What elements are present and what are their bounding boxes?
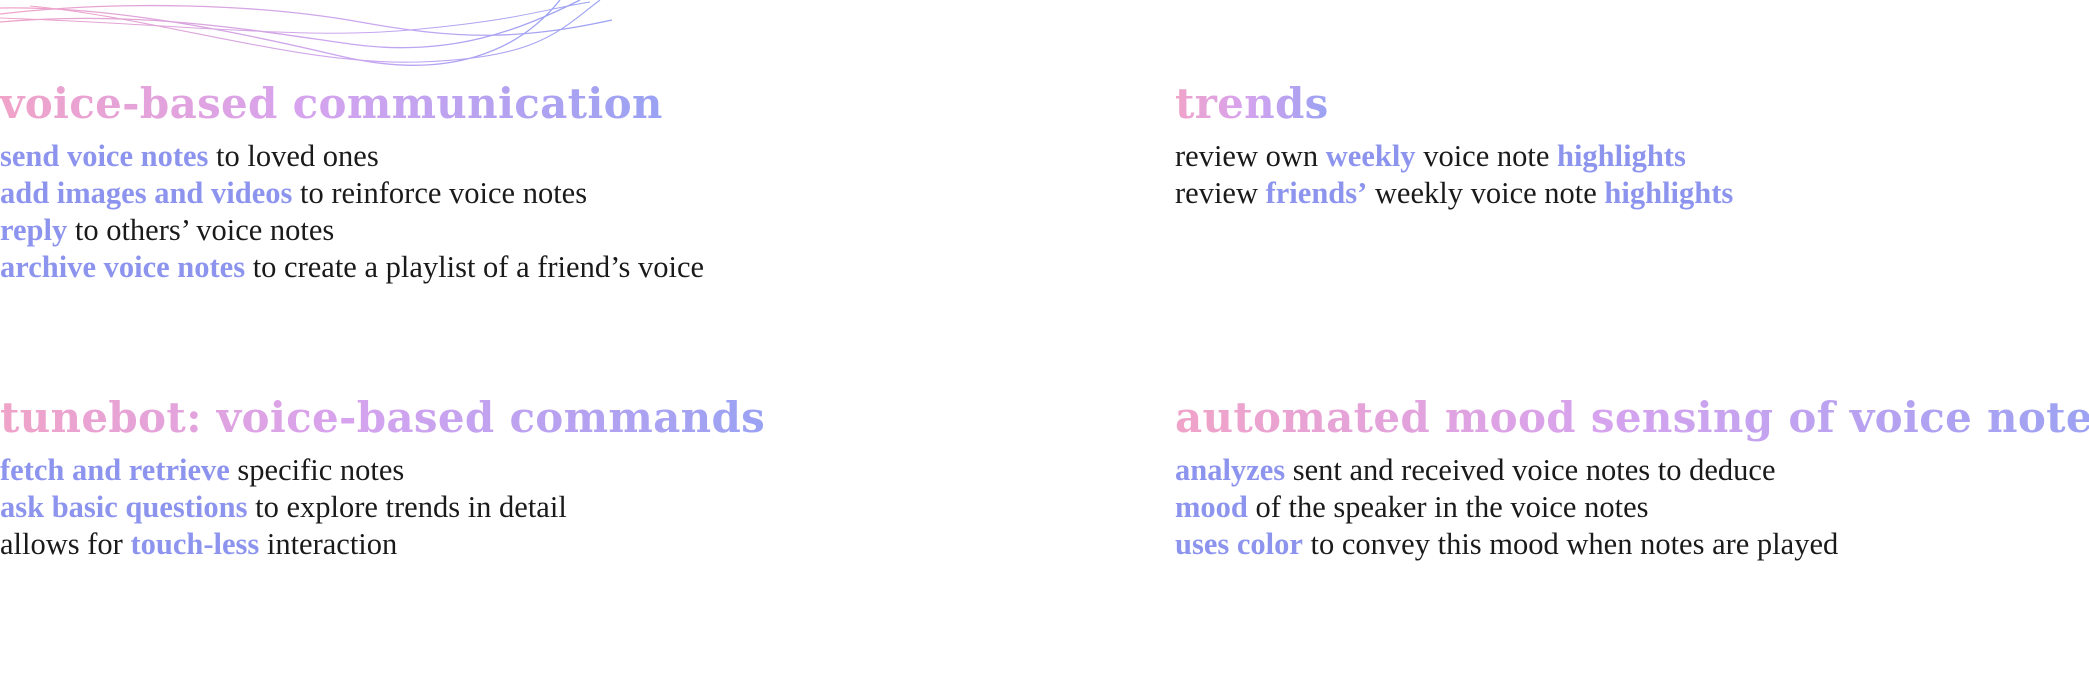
- plain-text: to others’ voice notes: [67, 213, 335, 247]
- plain-text: voice note: [1415, 139, 1557, 173]
- highlight-text: send voice notes: [0, 139, 209, 173]
- section-trends: trends review own weekly voice note high…: [1175, 72, 1733, 212]
- highlight-text: weekly: [1325, 139, 1416, 173]
- feature-list: fetch and retrieve specific notes ask bas…: [0, 452, 765, 563]
- section-voice-based-communication: voice-based communication send voice not…: [0, 72, 704, 286]
- feature-line: review friends’ weekly voice note highli…: [1175, 175, 1733, 212]
- feature-list: review own weekly voice note highlights r…: [1175, 138, 1733, 212]
- highlight-text: add images and videos: [0, 176, 293, 210]
- plain-text: allows for: [0, 527, 131, 561]
- feature-line: reply to others’ voice notes: [0, 212, 704, 249]
- feature-line: send voice notes to loved ones: [0, 138, 704, 175]
- plain-text: specific notes: [229, 453, 405, 487]
- wave-line: [29, 0, 601, 63]
- plain-text: sent and received voice notes to deduce: [1285, 453, 1776, 487]
- highlight-text: highlights: [1557, 139, 1686, 173]
- feature-line: ask basic questions to explore trends in…: [0, 489, 765, 526]
- plain-text: weekly voice note: [1367, 176, 1605, 210]
- plain-text: review: [1175, 176, 1266, 210]
- section-heading: voice-based communication: [0, 72, 663, 136]
- feature-line: add images and videos to reinforce voice…: [0, 175, 704, 212]
- plain-text: to convey this mood when notes are playe…: [1302, 527, 1839, 561]
- highlight-text: ask basic questions: [0, 490, 248, 524]
- feature-line: mood of the speaker in the voice notes: [1175, 489, 2089, 526]
- feature-list: send voice notes to loved ones add images…: [0, 138, 704, 286]
- highlight-text: mood: [1175, 490, 1248, 524]
- plain-text: interaction: [259, 527, 398, 561]
- feature-line: archive voice notes to create a playlist…: [0, 249, 704, 286]
- feature-line: review own weekly voice note highlights: [1175, 138, 1733, 175]
- feature-line: allows for touch-less interaction: [0, 526, 765, 563]
- plain-text: of the speaker in the voice notes: [1247, 490, 1649, 524]
- section-heading: automated mood sensing of voice notes: [1175, 386, 2089, 450]
- section-tunebot-commands: tunebot: voice-based commands fetch and …: [0, 386, 765, 563]
- section-mood-sensing: automated mood sensing of voice notes an…: [1175, 386, 2089, 563]
- highlight-text: archive voice notes: [0, 250, 246, 284]
- highlight-text: analyzes: [1175, 453, 1286, 487]
- plain-text: to create a playlist of a friend’s voice: [245, 250, 705, 284]
- highlight-text: touch-less: [130, 527, 260, 561]
- highlight-text: fetch and retrieve: [0, 453, 230, 487]
- wave-line: [0, 4, 613, 36]
- section-heading: tunebot: voice-based commands: [0, 386, 765, 450]
- plain-text: to loved ones: [208, 139, 379, 173]
- highlight-text: friends’: [1265, 176, 1368, 210]
- feature-list: analyzes sent and received voice notes t…: [1175, 452, 2089, 563]
- feature-line: analyzes sent and received voice notes t…: [1175, 452, 2089, 489]
- section-heading: trends: [1175, 72, 1329, 136]
- plain-text: to reinforce voice notes: [292, 176, 588, 210]
- highlight-text: uses color: [1175, 527, 1303, 561]
- feature-line: fetch and retrieve specific notes: [0, 452, 765, 489]
- highlight-text: reply: [0, 213, 68, 247]
- feature-line: uses color to convey this mood when note…: [1175, 526, 2089, 563]
- decorative-wave-lines: [0, 0, 613, 66]
- highlight-text: highlights: [1604, 176, 1734, 210]
- plain-text: to explore trends in detail: [247, 490, 567, 524]
- plain-text: review own: [1175, 139, 1326, 173]
